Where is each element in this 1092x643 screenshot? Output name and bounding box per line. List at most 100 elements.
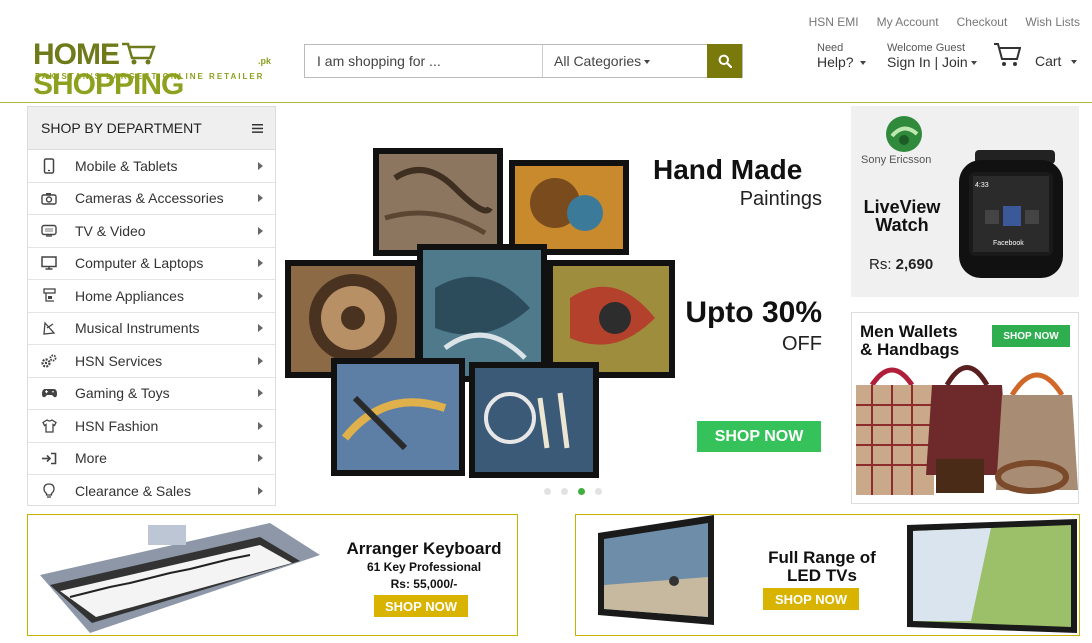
chevron-right-icon bbox=[258, 454, 263, 463]
sidebar-item-label: Home Appliances bbox=[75, 287, 184, 304]
help-label: Help? bbox=[817, 54, 854, 70]
caret-down-icon bbox=[860, 61, 867, 66]
chevron-right-icon bbox=[258, 487, 263, 496]
department-sidebar: SHOP BY DEPARTMENT Mobile & Tablets Came… bbox=[27, 106, 276, 506]
slider-dot[interactable] bbox=[544, 488, 551, 495]
promo-brand: Sony Ericsson bbox=[861, 154, 932, 166]
caret-down-icon bbox=[970, 61, 977, 66]
sidebar-item-tv-video[interactable]: TV & Video bbox=[28, 215, 275, 248]
monitor-icon bbox=[40, 254, 58, 272]
tv-shop-now-button[interactable]: SHOP NOW bbox=[763, 588, 859, 610]
promo-wallets-handbags[interactable]: Men Wallets & Handbags SHOP NOW bbox=[851, 312, 1079, 504]
watch-screen-app: Facebook bbox=[993, 240, 1024, 247]
sidebar-item-fashion[interactable]: HSN Fashion bbox=[28, 410, 275, 443]
logo-suffix: .pk bbox=[258, 56, 272, 66]
promo-watch-title: LiveView Watch bbox=[863, 197, 941, 235]
lightbulb-icon bbox=[40, 482, 58, 500]
sidebar-item-label: Gaming & Toys bbox=[75, 385, 170, 402]
account-menu[interactable]: Welcome Guest Sign In | Join bbox=[887, 42, 977, 70]
link-hsn-emi[interactable]: HSN EMI bbox=[809, 15, 859, 29]
promo-wallets-title: Men Wallets & Handbags bbox=[860, 322, 960, 359]
banner-tv-title: Full Range of LED TVs bbox=[768, 548, 876, 585]
sidebar-item-gaming[interactable]: Gaming & Toys bbox=[28, 378, 275, 410]
sidebar-item-computers[interactable]: Computer & Laptops bbox=[28, 248, 275, 280]
hero-offer-suffix: OFF bbox=[782, 333, 822, 355]
appliance-icon bbox=[40, 287, 58, 305]
wallets-shop-now-button[interactable]: SHOP NOW bbox=[992, 325, 1070, 347]
search-icon bbox=[718, 54, 732, 68]
department-header[interactable]: SHOP BY DEPARTMENT bbox=[28, 107, 275, 150]
slider-dot[interactable] bbox=[561, 488, 568, 495]
keyboard-shop-now-button[interactable]: SHOP NOW bbox=[374, 595, 468, 617]
hero-shop-now-button[interactable]: SHOP NOW bbox=[697, 421, 821, 452]
sidebar-item-clearance[interactable]: Clearance & Sales bbox=[28, 475, 275, 508]
hero-title: Hand Made bbox=[653, 154, 803, 185]
chevron-right-icon bbox=[258, 226, 263, 235]
chevron-right-icon bbox=[258, 356, 263, 365]
category-dropdown[interactable]: All Categories bbox=[543, 45, 709, 77]
watch-screen-time: 4:33 bbox=[975, 182, 989, 189]
sidebar-item-label: Musical Instruments bbox=[75, 320, 200, 337]
sidebar-item-label: Cameras & Accessories bbox=[75, 190, 224, 207]
banner-keyboard-price: Rs: 55,000/- bbox=[390, 577, 458, 591]
slider-dots bbox=[544, 488, 602, 495]
category-selected: All Categories bbox=[554, 53, 642, 69]
link-my-account[interactable]: My Account bbox=[877, 15, 939, 29]
top-links: HSN EMI My Account Checkout Wish Lists bbox=[809, 15, 1080, 29]
help-small-label: Need bbox=[817, 42, 844, 54]
site-logo[interactable]: HOMESHOPPING .pk PAKISTAN'S LARGEST ONLI… bbox=[33, 38, 273, 100]
sidebar-item-home-appliances[interactable]: Home Appliances bbox=[28, 280, 275, 313]
search-bar: All Categories bbox=[304, 44, 743, 78]
help-menu[interactable]: Need Help? bbox=[817, 42, 867, 70]
banner-led-tvs[interactable]: Full Range of LED TVs SHOP NOW bbox=[575, 514, 1080, 636]
welcome-label: Welcome Guest bbox=[887, 42, 966, 54]
sidebar-item-label: Mobile & Tablets bbox=[75, 157, 178, 174]
logo-cart-icon bbox=[120, 40, 156, 66]
sidebar-item-label: HSN Fashion bbox=[75, 417, 159, 434]
sidebar-item-more[interactable]: More bbox=[28, 443, 275, 475]
sidebar-item-label: HSN Services bbox=[75, 352, 163, 369]
sidebar-item-mobile-tablets[interactable]: Mobile & Tablets bbox=[28, 150, 275, 183]
chevron-right-icon bbox=[258, 259, 263, 268]
cart-button[interactable]: Cart bbox=[993, 41, 1078, 69]
tv-icon bbox=[40, 222, 58, 240]
sidebar-item-cameras[interactable]: Cameras & Accessories bbox=[28, 183, 275, 215]
sidebar-item-hsn-services[interactable]: HSN Services bbox=[28, 345, 275, 378]
banner-keyboard-title: Arranger Keyboard bbox=[346, 539, 502, 558]
sidebar-item-label: Computer & Laptops bbox=[75, 255, 204, 272]
logo-wordmark: HOMESHOPPING bbox=[33, 38, 184, 101]
banner-keyboard-subtitle: 61 Key Professional bbox=[366, 560, 482, 574]
sidebar-item-label: TV & Video bbox=[75, 222, 146, 239]
chevron-right-icon bbox=[258, 161, 263, 170]
sign-in-join-link[interactable]: Sign In | Join bbox=[887, 54, 968, 70]
promo-liveview-watch[interactable]: Sony Ericsson LiveView Watch Rs: 2,690 4:… bbox=[851, 106, 1079, 297]
logo-tagline: PAKISTAN'S LARGEST ONLINE RETAILER bbox=[35, 72, 265, 81]
banner-arranger-keyboard[interactable]: Arranger Keyboard 61 Key Professional Rs… bbox=[27, 514, 518, 636]
shirt-icon bbox=[40, 417, 58, 435]
search-button[interactable] bbox=[707, 44, 742, 78]
link-wish-lists[interactable]: Wish Lists bbox=[1025, 15, 1080, 29]
handbags-product-image bbox=[856, 365, 1078, 495]
mobile-icon bbox=[40, 157, 58, 175]
sidebar-item-label: Clearance & Sales bbox=[75, 483, 191, 500]
sidebar-item-musical[interactable]: Musical Instruments bbox=[28, 313, 275, 345]
watch-product-image bbox=[959, 150, 1063, 278]
gamepad-icon bbox=[40, 384, 58, 402]
hero-subtitle: Paintings bbox=[739, 188, 822, 210]
slider-dot-active[interactable] bbox=[578, 488, 585, 495]
slider-dot[interactable] bbox=[595, 488, 602, 495]
hero-slider[interactable]: Hand Made Paintings Upto 30% OFF SHOP NO… bbox=[277, 106, 830, 505]
search-input[interactable] bbox=[305, 45, 543, 77]
keyboard-product-image bbox=[40, 523, 320, 633]
cart-label: Cart bbox=[1035, 53, 1062, 69]
link-checkout[interactable]: Checkout bbox=[957, 15, 1008, 29]
camera-icon bbox=[40, 189, 58, 207]
chevron-right-icon bbox=[258, 291, 263, 300]
cart-icon bbox=[994, 43, 1021, 66]
hero-offer: Upto 30% bbox=[685, 296, 822, 329]
department-title: SHOP BY DEPARTMENT bbox=[41, 120, 202, 136]
caret-down-icon bbox=[644, 60, 651, 65]
tv-right-product-image bbox=[907, 519, 1077, 633]
chevron-right-icon bbox=[258, 421, 263, 430]
caret-down-icon bbox=[1071, 60, 1078, 65]
